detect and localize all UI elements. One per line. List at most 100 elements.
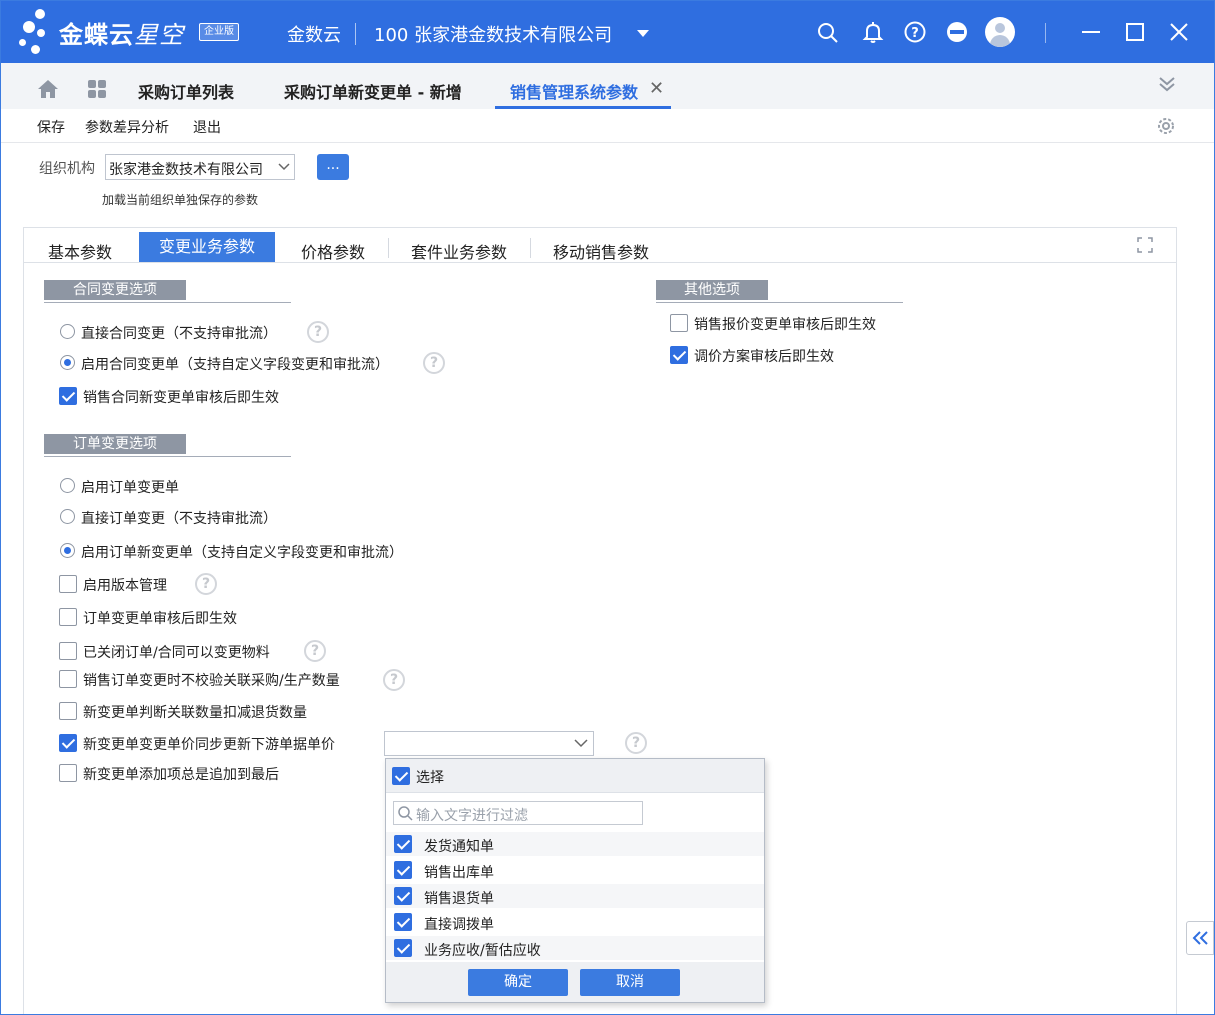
item-label: 销售退货单 [424,891,494,907]
search-icon [398,806,413,821]
checkbox-price-adjust-effective[interactable] [670,346,688,364]
tab-close-icon[interactable]: ✕ [649,78,664,99]
option-label: 调价方案审核后即生效 [694,349,834,365]
select-all-checkbox[interactable] [392,767,410,785]
option-label: 启用订单变更单 [81,480,179,496]
option-label: 新变更单变更单价同步更新下游单据单价 [83,737,335,753]
option-label: 直接合同变更（不支持审批流） [81,326,277,342]
page-tab-bar: 采购订单列表 采购订单新变更单 - 新增 销售管理系统参数 ✕ [1,63,1214,109]
section-title: 合同变更选项 [44,280,186,300]
company-dropdown-icon[interactable] [637,30,649,37]
help-icon[interactable]: ? [625,732,647,754]
option-label: 新变更单判断关联数量扣减退货数量 [83,705,307,721]
radio-enable-contract-change[interactable] [60,355,75,370]
item-checkbox[interactable] [394,913,412,931]
radio-enable-order-change[interactable] [60,478,75,493]
param-diff-button[interactable]: 参数差异分析 [85,117,169,137]
checkbox-sync-downstream-price[interactable] [59,734,77,752]
downstream-bill-select[interactable] [384,731,594,756]
checkbox-skip-linked-qty-check[interactable] [59,670,77,688]
section-underline [656,302,903,303]
checkbox-contract-audit-effective[interactable] [59,387,77,405]
brand-name: 金蝶云星空 [59,21,184,49]
item-label: 发货通知单 [424,839,494,855]
gear-icon[interactable] [1156,116,1176,136]
filter-placeholder: 输入文字进行过滤 [416,808,528,824]
list-item[interactable]: 销售出库单 [386,858,764,882]
list-item[interactable]: 销售退货单 [386,884,764,908]
edition-badge: 企业版 [199,23,239,41]
subtab-basic[interactable]: 基本参数 [48,239,112,263]
list-item[interactable]: 发货通知单 [386,832,764,856]
checkbox-order-change-audit-effective[interactable] [59,608,77,626]
option-label: 订单变更单审核后即生效 [83,611,237,627]
org-load-note: 加载当前组织单独保存的参数 [102,193,259,207]
side-panel-toggle[interactable] [1186,921,1214,955]
checkbox-quote-change-effective[interactable] [670,314,688,332]
subtab-change-business[interactable]: 变更业务参数 [139,232,275,262]
bell-icon[interactable] [861,20,885,44]
help-icon[interactable]: ? [383,669,405,691]
org-select[interactable]: 张家港金数技术有限公司 [105,154,295,180]
tab-purchase-change-new[interactable]: 采购订单新变更单 - 新增 [284,79,462,103]
help-icon[interactable]: ? [423,352,445,374]
section-title: 订单变更选项 [44,434,186,454]
item-checkbox[interactable] [394,939,412,957]
subtab-divider [530,238,531,258]
help-icon[interactable]: ? [304,640,326,662]
option-label: 启用订单新变更单（支持自定义字段变更和审批流） [81,545,403,561]
option-label: 销售报价变更单审核后即生效 [694,317,876,333]
title-divider-2 [1045,23,1046,43]
checkbox-append-to-end[interactable] [59,764,77,782]
save-button[interactable]: 保存 [37,117,65,137]
search-icon[interactable] [816,20,840,44]
kingdee-logo [17,7,61,57]
user-avatar[interactable] [985,17,1015,47]
apps-grid-icon[interactable] [87,79,107,99]
item-label: 直接调拨单 [424,917,494,933]
list-item[interactable]: 直接调拨单 [386,910,764,934]
radio-direct-contract-change[interactable] [60,324,75,339]
title-bar: 金蝶云星空 企业版 金数云 100 张家港金数技术有限公司 ? [1,1,1214,63]
subtab-baseline [24,262,1176,263]
subtab-kit[interactable]: 套件业务参数 [411,239,507,263]
close-icon[interactable] [1167,20,1191,44]
company-selector[interactable]: 100 张家港金数技术有限公司 [374,21,612,47]
item-checkbox[interactable] [394,861,412,879]
cloud-name[interactable]: 金数云 [287,21,341,47]
radio-enable-new-order-change[interactable] [60,543,75,558]
home-icon[interactable] [37,79,59,99]
help-circle-icon[interactable]: ? [903,20,927,44]
exit-button[interactable]: 退出 [193,117,221,137]
title-divider [355,23,356,45]
chevron-double-left-icon [1192,931,1208,945]
checkbox-deduct-return-qty[interactable] [59,702,77,720]
option-label: 直接订单变更（不支持审批流） [81,511,277,527]
radio-direct-order-change[interactable] [60,509,75,524]
maximize-icon[interactable] [1123,20,1147,44]
app-window: 金蝶云星空 企业版 金数云 100 张家港金数技术有限公司 ? 采购订单列表 采… [0,0,1215,1015]
tab-purchase-order-list[interactable]: 采购订单列表 [138,79,234,103]
checkbox-closed-order-change-material[interactable] [59,642,77,660]
item-checkbox[interactable] [394,887,412,905]
select-all-label: 选择 [416,770,444,786]
expand-icon[interactable] [1137,237,1153,253]
help-icon[interactable]: ? [307,321,329,343]
no-entry-icon[interactable] [945,20,969,44]
section-title: 其他选项 [656,280,768,300]
org-more-button[interactable]: ... [317,154,349,180]
checkbox-version-management[interactable] [59,575,77,593]
item-checkbox[interactable] [394,835,412,853]
filter-input[interactable]: 输入文字进行过滤 [393,801,643,825]
tab-sales-params[interactable]: 销售管理系统参数 [510,79,638,103]
subtab-price[interactable]: 价格参数 [301,239,365,263]
option-label: 新变更单添加项总是追加到最后 [83,767,279,783]
chevron-double-down-icon[interactable] [1158,75,1176,93]
minimize-icon[interactable] [1079,20,1103,44]
list-item[interactable]: 业务应收/暂估应收 [386,936,764,960]
help-icon[interactable]: ? [195,573,217,595]
cancel-button[interactable]: 取消 [580,969,680,996]
subtab-mobile[interactable]: 移动销售参数 [553,239,649,263]
subtab-divider [388,238,389,258]
ok-button[interactable]: 确定 [468,969,568,996]
